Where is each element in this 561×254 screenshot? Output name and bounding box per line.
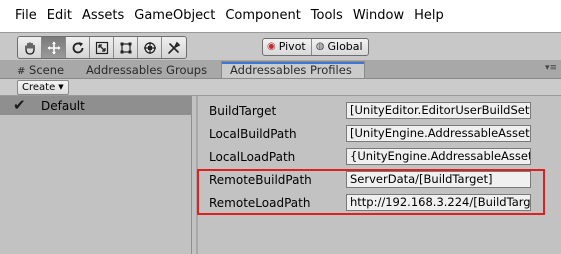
toolbar: ◉ Pivot ◍ Global	[0, 32, 561, 60]
variable-name: RemoteBuildPath	[209, 173, 312, 187]
scene-icon: #	[17, 66, 26, 77]
tab-addressables-profiles-label: Addressables Profiles	[230, 63, 352, 77]
tab-addressables-groups-label: Addressables Groups	[86, 63, 208, 77]
move-tool-button[interactable]	[42, 37, 66, 58]
create-button[interactable]: Create ▼	[17, 80, 69, 95]
menu-gameobject[interactable]: GameObject	[130, 0, 221, 32]
hand-tool-button[interactable]	[18, 37, 42, 58]
transform-tools	[17, 36, 187, 59]
pivot-label: Pivot	[278, 40, 306, 53]
menu-assets[interactable]: Assets	[78, 0, 130, 32]
variable-value-field[interactable]: [UnityEditor.EditorUserBuildSettings.act…	[346, 102, 531, 119]
profile-item-default[interactable]: ✔ Default	[0, 96, 191, 115]
move-icon	[47, 41, 60, 54]
panel-splitter[interactable]	[196, 96, 198, 254]
transform-tool-button[interactable]	[138, 37, 162, 58]
menu-tools[interactable]: Tools	[307, 0, 349, 32]
menu-component[interactable]: Component	[221, 0, 306, 32]
menu-window[interactable]: Window	[349, 0, 410, 32]
rotate-tool-button[interactable]	[66, 37, 90, 58]
rect-icon	[120, 42, 131, 53]
profile-name: Default	[41, 98, 85, 113]
variable-row: LocalBuildPath [UnityEngine.AddressableA…	[199, 123, 561, 146]
variable-row: RemoteBuildPath ServerData/[BuildTarget]	[199, 169, 561, 192]
scale-icon	[95, 41, 108, 54]
variable-value-field[interactable]: [UnityEngine.AddressableAssets.Addressab…	[346, 125, 531, 142]
variable-value-field[interactable]: ServerData/[BuildTarget]	[346, 171, 531, 188]
custom-tool-button[interactable]	[162, 37, 186, 58]
pivot-button[interactable]: ◉ Pivot	[263, 39, 311, 55]
global-button[interactable]: ◍ Global	[310, 39, 368, 55]
pivot-icon: ◉	[267, 41, 276, 52]
scale-tool-button[interactable]	[90, 37, 114, 58]
custom-tool-icon	[168, 41, 181, 54]
menu-bar: File Edit Assets GameObject Component To…	[0, 0, 561, 32]
check-icon: ✔	[13, 96, 26, 114]
transform-icon	[143, 41, 156, 54]
variable-name: RemoteLoadPath	[209, 196, 311, 210]
tab-menu-icon[interactable]: ▾≡	[545, 63, 557, 73]
profiles-toolbar: Create ▼	[0, 79, 561, 96]
menu-help[interactable]: Help	[410, 0, 450, 32]
variable-name: LocalBuildPath	[209, 127, 297, 141]
variable-value-field[interactable]: {UnityEngine.AddressableAssets.Addressab…	[346, 148, 531, 165]
tab-bar: # Scene Addressables Groups Addressables…	[0, 60, 561, 79]
tab-addressables-groups[interactable]: Addressables Groups	[86, 62, 207, 78]
dropdown-arrow-icon: ▼	[58, 83, 64, 91]
variable-value-field[interactable]: http://192.168.3.224/[BuildTarget]	[346, 194, 531, 211]
tab-scene[interactable]: # Scene	[17, 62, 64, 78]
variable-row: BuildTarget [UnityEditor.EditorUserBuild…	[199, 100, 561, 123]
hand-icon	[24, 41, 35, 55]
variable-name: BuildTarget	[209, 104, 277, 118]
tab-scene-label: Scene	[29, 63, 65, 77]
rotate-icon	[72, 41, 83, 53]
global-label: Global	[327, 40, 363, 53]
variable-row: RemoteLoadPath http://192.168.3.224/[Bui…	[199, 192, 561, 215]
tab-addressables-profiles[interactable]: Addressables Profiles	[221, 61, 365, 78]
profile-variables: BuildTarget [UnityEditor.EditorUserBuild…	[199, 96, 561, 254]
profile-list: ✔ Default	[0, 96, 192, 254]
variable-row: LocalLoadPath {UnityEngine.AddressableAs…	[199, 146, 561, 169]
variable-name: LocalLoadPath	[209, 150, 296, 164]
globe-icon: ◍	[315, 41, 325, 52]
create-button-label: Create	[22, 82, 56, 93]
menu-file[interactable]: File	[0, 0, 43, 32]
menu-edit[interactable]: Edit	[43, 0, 78, 32]
rect-tool-button[interactable]	[114, 37, 138, 58]
pivot-global-toggle: ◉ Pivot ◍ Global	[262, 38, 369, 56]
